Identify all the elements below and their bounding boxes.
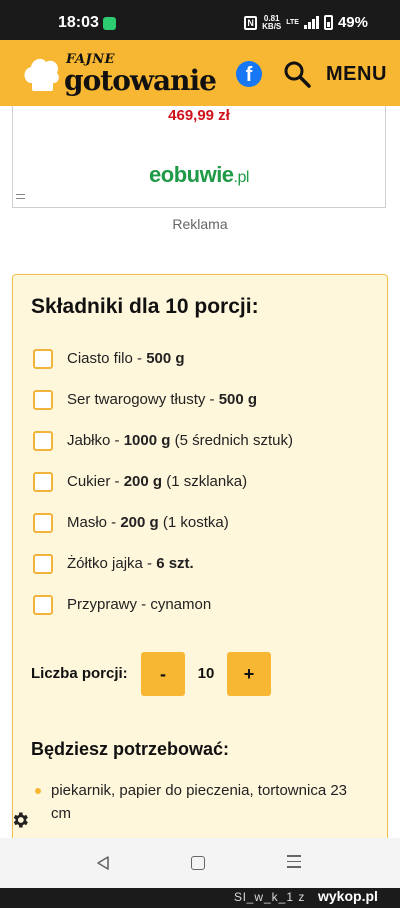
ingredient-item: Ser twarogowy tłusty - 500 g [33, 390, 293, 431]
equipment-list: piekarnik, papier do pieczenia, tortowni… [33, 779, 363, 825]
nfc-icon: N [244, 15, 258, 30]
ingredient-item: Ciasto filo - 500 g [33, 349, 293, 390]
watermark-site: wykop.pl [318, 888, 378, 904]
menu-button[interactable]: MENU [326, 63, 387, 86]
ad-brand-logo: eobuwie.pl [13, 162, 385, 188]
ingredient-text: Ser twarogowy tłusty - 500 g [67, 391, 258, 408]
equipment-title: Będziesz potrzebować: [31, 739, 230, 759]
ingredient-checkbox[interactable] [33, 390, 53, 410]
status-bar: 18:03 N 0.81 KB/S LTE 49% [0, 0, 400, 40]
ad-info-mark[interactable] [16, 194, 25, 199]
site-header: FAJNE gotowanie f MENU [0, 40, 400, 106]
system-nav-bar [0, 838, 400, 888]
status-time: 18:03 [58, 14, 99, 31]
back-icon[interactable] [95, 855, 111, 871]
ingredient-checkbox[interactable] [33, 554, 53, 574]
ingredient-item: Cukier - 200 g (1 szklanka) [33, 472, 293, 513]
ingredients-list: Ciasto filo - 500 g Ser twarogowy tłusty… [33, 349, 293, 636]
ingredient-checkbox[interactable] [33, 349, 53, 369]
ingredients-title: Składniki dla 10 porcji: [31, 295, 259, 318]
ingredient-text: Masło - 200 g (1 kostka) [67, 514, 229, 531]
net-speed: 0.81 KB/S [262, 14, 282, 31]
ad-price: 469,99 zł [168, 107, 230, 124]
ingredient-item: Przyprawy - cynamon [33, 595, 293, 636]
ingredient-text: Cukier - 200 g (1 szklanka) [67, 473, 248, 490]
servings-decrease-button[interactable]: - [141, 652, 185, 696]
site-logo[interactable]: FAJNE gotowanie [22, 50, 217, 100]
battery-percent: 49% [337, 14, 368, 31]
ad-brand-suffix: .pl [233, 169, 250, 186]
chef-hat-icon [24, 58, 59, 91]
status-indicators: N 0.81 KB/S LTE 49% [244, 14, 368, 31]
search-icon[interactable] [282, 59, 312, 89]
network-type: LTE [286, 19, 299, 26]
gear-icon[interactable] [10, 810, 30, 830]
signal-icon [303, 16, 319, 29]
recents-icon[interactable] [287, 855, 301, 869]
servings-value: 10 [197, 665, 215, 682]
ingredient-item: Żółtko jajka - 6 szt. [33, 554, 293, 595]
message-icon [103, 17, 116, 30]
ad-caption: Reklama [172, 216, 228, 232]
servings-increase-button[interactable]: + [227, 652, 271, 696]
ingredients-card: Składniki dla 10 porcji: Ciasto filo - 5… [12, 274, 388, 838]
battery-icon [323, 15, 333, 30]
equipment-item: piekarnik, papier do pieczenia, tortowni… [33, 779, 363, 825]
logo-big-text: gotowanie [64, 64, 217, 97]
servings-control: Liczba porcji: - 10 + [31, 652, 371, 696]
watermark-strip: Sl_w_k_1 z wykop.pl [0, 888, 400, 908]
ingredient-checkbox[interactable] [33, 513, 53, 533]
ad-brand-name: eobuwie [149, 162, 234, 187]
page-content: 469,99 zł eobuwie.pl Reklama Składniki d… [0, 106, 400, 838]
servings-label: Liczba porcji: [31, 665, 128, 682]
ingredient-text: Żółtko jajka - 6 szt. [67, 555, 194, 572]
ingredient-text: Ciasto filo - 500 g [67, 350, 185, 367]
ingredient-item: Jabłko - 1000 g (5 średnich sztuk) [33, 431, 293, 472]
ingredient-checkbox[interactable] [33, 472, 53, 492]
net-speed-unit: KB/S [262, 21, 282, 31]
facebook-icon[interactable]: f [236, 61, 262, 87]
ingredient-checkbox[interactable] [33, 595, 53, 615]
ingredient-checkbox[interactable] [33, 431, 53, 451]
ad-banner[interactable]: 469,99 zł eobuwie.pl [12, 106, 386, 208]
ingredient-item: Masło - 200 g (1 kostka) [33, 513, 293, 554]
ingredient-text: Przyprawy - cynamon [67, 596, 212, 613]
watermark-user: Sl_w_k_1 z [234, 890, 306, 904]
ingredient-text: Jabłko - 1000 g (5 średnich sztuk) [67, 432, 293, 449]
home-icon[interactable] [191, 856, 205, 870]
